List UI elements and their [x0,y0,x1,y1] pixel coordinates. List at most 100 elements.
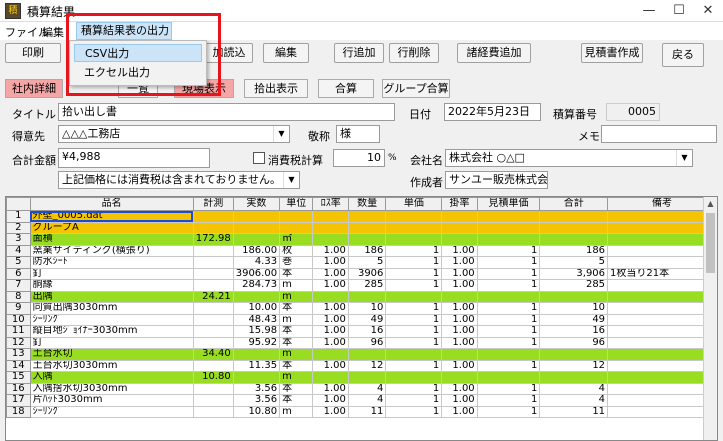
table-cell[interactable]: 1 [385,244,443,257]
table-cell[interactable]: 1 [476,267,541,280]
column-header[interactable]: 実数 [232,197,281,211]
scrollbar-thumb[interactable] [706,213,715,273]
table-cell[interactable]: 48.43 [232,313,281,326]
table-cell[interactable]: 面積 [29,233,194,246]
table-cell[interactable]: 12 [347,359,387,372]
table-cell[interactable]: 1.00 [312,279,349,292]
table-cell[interactable] [607,348,717,361]
table-cell[interactable]: 1.00 [312,325,349,338]
table-cell[interactable]: 本 [279,325,314,338]
table-cell[interactable]: 1 [476,302,541,315]
table-cell[interactable] [192,405,234,418]
table-cell[interactable] [607,313,717,326]
table-cell[interactable]: 4 [347,382,387,395]
table-cell[interactable] [607,290,717,303]
estimate-grid[interactable]: 品名 計測 実数 単位 ﾛｽ率 数量 単価 掛率 見積単価 合計 備考 1 外壁_0005.dat 2 グ… [5,196,718,441]
table-cell[interactable]: 1 [385,336,443,349]
table-cell[interactable] [607,359,717,372]
table-cell[interactable] [441,221,478,234]
table-row[interactable]: 11 縦目地ｼﾞｮｲﾅｰ3030mm 15.98 本 1.00 16 1 1.00 1 16 [6,325,717,338]
row-number[interactable]: 15 [6,371,31,384]
table-cell[interactable]: 1 [476,244,541,257]
table-row[interactable]: 13 土台水切 34.40 m [6,348,717,361]
table-cell[interactable]: 1 [476,382,541,395]
table-cell[interactable]: ㎡ [279,233,314,246]
customer-combo[interactable]: △△△工務店 ▼ [58,125,290,143]
table-cell[interactable]: 1.00 [441,336,478,349]
table-cell[interactable]: 1 [385,279,443,292]
table-cell[interactable] [607,405,717,418]
table-cell[interactable]: 1.00 [312,336,349,349]
tab-total[interactable]: 合算 [318,79,374,98]
table-cell[interactable]: 10.80 [232,405,281,418]
table-cell[interactable] [441,233,478,246]
title-field[interactable]: 拾い出し書 [58,103,395,121]
column-header[interactable]: 単価 [385,197,443,211]
table-cell[interactable] [347,290,387,303]
table-cell[interactable]: 186 [347,244,387,257]
table-cell[interactable] [232,210,281,223]
table-cell[interactable]: 285 [539,279,609,292]
close-icon[interactable]: ✕ [693,0,723,22]
table-cell[interactable]: 4 [539,394,609,407]
table-cell[interactable] [312,233,349,246]
table-cell[interactable]: m [279,371,314,384]
author-field[interactable]: サンユー販売株式会社 [445,171,548,189]
table-cell[interactable]: 1.00 [441,405,478,418]
table-cell[interactable] [607,302,717,315]
table-cell[interactable] [385,348,443,361]
row-number[interactable]: 5 [6,256,31,269]
table-cell[interactable]: m [279,279,314,292]
table-cell[interactable] [347,371,387,384]
table-cell[interactable] [539,233,609,246]
row-number[interactable]: 16 [6,382,31,395]
table-cell[interactable]: 釘 [29,267,194,280]
table-cell[interactable]: 枚 [279,244,314,257]
table-cell[interactable] [232,348,281,361]
table-cell[interactable] [441,348,478,361]
table-cell[interactable] [192,256,234,269]
table-cell[interactable]: 1.00 [441,302,478,315]
table-cell[interactable] [192,382,234,395]
table-cell[interactable]: 16 [539,325,609,338]
table-cell[interactable] [312,371,349,384]
table-cell[interactable] [312,221,349,234]
scroll-up-icon[interactable]: ▲ [704,197,717,211]
table-cell[interactable]: 186 [539,244,609,257]
table-cell[interactable]: 4 [347,394,387,407]
memo-field[interactable] [601,125,717,143]
table-cell[interactable]: 5 [347,256,387,269]
column-header[interactable]: 計測 [192,197,234,211]
table-cell[interactable] [232,371,281,384]
table-cell[interactable] [476,221,541,234]
table-row[interactable]: 17 片ﾊｯﾄ3030mm 3.56 本 1.00 4 1 1.00 1 4 [6,394,717,407]
table-cell[interactable] [441,210,478,223]
table-cell[interactable]: 本 [279,359,314,372]
table-cell[interactable]: 1.00 [312,359,349,372]
table-row[interactable]: 12 釘 95.92 本 1.00 96 1 1.00 1 96 [6,336,717,349]
table-row[interactable]: 16 入隅捨水切3030mm 3.56 本 1.00 4 1 1.00 1 4 [6,382,717,395]
table-cell[interactable]: 3906.00 [232,267,281,280]
table-cell[interactable]: 外壁_0005.dat [29,210,194,223]
row-number[interactable]: 10 [6,313,31,326]
table-cell[interactable]: 本 [279,267,314,280]
table-cell[interactable]: 胴縁 [29,279,194,292]
table-cell[interactable]: 4 [539,382,609,395]
tax-checkbox[interactable] [253,152,265,164]
table-cell[interactable]: 3906 [347,267,387,280]
table-cell[interactable] [607,394,717,407]
table-cell[interactable]: 1 [385,313,443,326]
edit-button[interactable]: 編集 [263,43,309,63]
column-header[interactable]: 品名 [29,197,194,211]
table-cell[interactable]: 1 [385,394,443,407]
table-row[interactable]: 3 面積 172.98 ㎡ [6,233,717,246]
table-row[interactable]: 9 同質出隅3030mm 10.00 本 1.00 10 1 1.00 1 10 [6,302,717,315]
table-cell[interactable] [347,210,387,223]
table-cell[interactable]: 95.92 [232,336,281,349]
row-number[interactable]: 12 [6,336,31,349]
table-cell[interactable]: 1.00 [441,313,478,326]
row-number[interactable]: 1 [6,210,31,223]
table-cell[interactable] [607,371,717,384]
table-cell[interactable]: グループA [29,221,194,234]
table-cell[interactable]: 1.00 [312,256,349,269]
